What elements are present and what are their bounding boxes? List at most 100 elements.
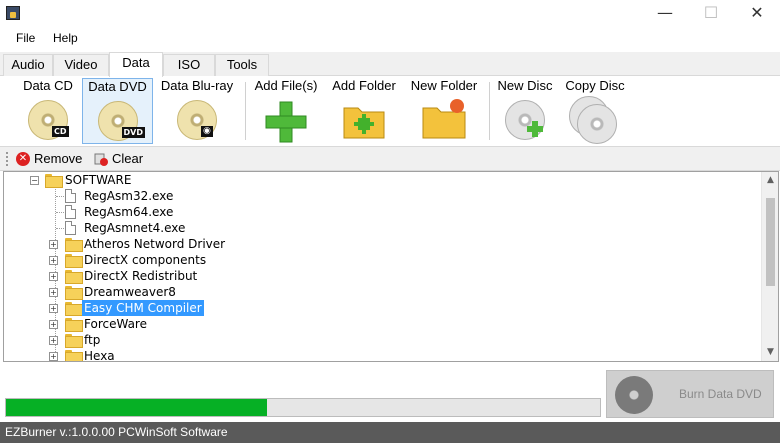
expand-icon[interactable]: + <box>49 320 58 329</box>
expand-icon[interactable]: + <box>49 336 58 345</box>
add-folder-button[interactable]: Add Folder <box>326 78 402 144</box>
maximize-button[interactable]: ☐ <box>688 0 734 27</box>
new-folder-icon <box>422 99 466 139</box>
tree-folder-item[interactable]: + DirectX Redistribut <box>4 268 244 284</box>
copy-disc-label: Copy Disc <box>565 78 625 93</box>
toolbar-separator <box>489 82 490 140</box>
remove-icon: ✕ <box>16 152 30 166</box>
file-toolbar: ✕ Remove Clear <box>0 147 780 171</box>
expand-icon[interactable]: + <box>49 256 58 265</box>
folder-icon <box>65 270 83 284</box>
folder-icon <box>45 174 63 188</box>
new-disc-label: New Disc <box>497 78 553 93</box>
folder-icon <box>65 286 83 300</box>
tab-video[interactable]: Video <box>53 54 109 76</box>
close-button[interactable]: ✕ <box>734 0 780 27</box>
add-files-label: Add File(s) <box>254 78 318 93</box>
tree-item-label: RegAsm64.exe <box>84 205 174 219</box>
cd-tag: CD <box>52 126 69 137</box>
data-bluray-label: Data Blu-ray <box>160 78 234 93</box>
clear-button[interactable]: Clear <box>94 150 143 168</box>
vertical-scrollbar[interactable]: ▲ ▼ <box>761 172 778 361</box>
tab-data[interactable]: Data <box>109 52 163 77</box>
file-icon <box>65 221 76 235</box>
tree-folder-item-selected[interactable]: + Easy CHM Compiler <box>4 300 244 316</box>
scroll-down-arrow-icon[interactable]: ▼ <box>762 344 778 361</box>
file-icon <box>65 189 76 203</box>
remove-button[interactable]: ✕ Remove <box>16 150 82 168</box>
tree-root-item[interactable]: − SOFTWARE <box>4 172 204 188</box>
add-folder-icon <box>343 107 385 139</box>
scroll-up-arrow-icon[interactable]: ▲ <box>762 172 778 189</box>
main-toolbar: Data CD CD Data DVD DVD Data Blu-ray ◉ A… <box>0 76 780 147</box>
tree-item-label: DirectX components <box>84 253 207 267</box>
progress-bar <box>5 398 601 417</box>
folder-icon <box>65 254 83 268</box>
data-cd-label: Data CD <box>23 78 73 93</box>
new-disc-button[interactable]: New Disc <box>492 78 558 144</box>
data-cd-button[interactable]: Data CD CD <box>14 78 82 144</box>
expand-icon[interactable]: + <box>49 352 58 361</box>
folder-icon <box>65 238 83 252</box>
tree-file-item[interactable]: RegAsm64.exe <box>4 204 204 220</box>
collapse-icon[interactable]: − <box>30 176 39 185</box>
expand-icon[interactable]: + <box>49 240 58 249</box>
tree-item-label: ftp <box>84 333 101 347</box>
dvd-tag: DVD <box>121 127 145 138</box>
file-icon <box>65 205 76 219</box>
expand-icon[interactable]: + <box>49 272 58 281</box>
clear-label: Clear <box>112 151 144 166</box>
toolbar-grip <box>6 152 8 166</box>
remove-label: Remove <box>34 151 83 166</box>
tree-connector <box>56 212 64 213</box>
plus-icon <box>527 121 543 137</box>
burn-label: Burn Data DVD <box>679 387 762 401</box>
tree-file-item[interactable]: RegAsmnet4.exe <box>4 220 204 236</box>
tree-item-label: RegAsmnet4.exe <box>84 221 186 235</box>
tab-audio[interactable]: Audio <box>3 54 53 76</box>
folder-icon <box>65 318 83 332</box>
add-folder-label: Add Folder <box>332 78 396 93</box>
title-bar: — ☐ ✕ <box>0 0 780 27</box>
green-plus-icon <box>265 101 307 143</box>
tree-folder-item[interactable]: + Atheros Netword Driver <box>4 236 244 252</box>
add-files-button[interactable]: Add File(s) <box>250 78 322 144</box>
burn-disc-icon <box>615 376 653 414</box>
data-dvd-label: Data DVD <box>88 79 147 94</box>
status-bar: EZBurner v.:1.0.0.00 PCWinSoft Software <box>0 422 780 443</box>
menu-help[interactable]: Help <box>53 31 78 45</box>
file-tree[interactable]: − SOFTWARE RegAsm32.exe RegAsm64.exe Reg… <box>3 171 779 362</box>
tree-item-label: SOFTWARE <box>65 173 132 187</box>
clear-icon <box>94 153 108 166</box>
minimize-button[interactable]: — <box>642 0 688 27</box>
tab-tools[interactable]: Tools <box>215 54 269 76</box>
folder-icon <box>65 334 83 348</box>
tree-item-label: Dreamweaver8 <box>84 285 176 299</box>
tree-folder-item[interactable]: + ForceWare <box>4 316 244 332</box>
folder-icon <box>65 302 83 316</box>
copy-disc-icon <box>577 104 617 144</box>
progress-fill <box>6 399 268 416</box>
burn-button[interactable]: Burn Data DVD <box>606 370 774 418</box>
tree-item-label: Hexa <box>84 349 115 362</box>
tab-iso[interactable]: ISO <box>163 54 215 76</box>
scrollbar-thumb[interactable] <box>766 198 775 286</box>
tree-folder-item[interactable]: + DirectX components <box>4 252 244 268</box>
tree-item-label: RegAsm32.exe <box>84 189 174 203</box>
data-dvd-button[interactable]: Data DVD DVD <box>82 78 153 144</box>
tab-strip: Audio Video Data ISO Tools <box>0 52 780 77</box>
data-bluray-button[interactable]: Data Blu-ray ◉ <box>154 78 240 144</box>
tree-folder-item[interactable]: + ftp <box>4 332 244 348</box>
tree-folder-item[interactable]: + Hexa <box>4 348 244 362</box>
app-icon <box>6 6 20 20</box>
new-folder-button[interactable]: New Folder <box>405 78 483 144</box>
bluray-tag-icon: ◉ <box>201 126 213 137</box>
copy-disc-button[interactable]: Copy Disc <box>561 78 629 144</box>
new-folder-label: New Folder <box>410 78 478 93</box>
tree-connector <box>56 228 64 229</box>
expand-icon[interactable]: + <box>49 304 58 313</box>
expand-icon[interactable]: + <box>49 288 58 297</box>
menu-file[interactable]: File <box>16 31 35 45</box>
tree-file-item[interactable]: RegAsm32.exe <box>4 188 204 204</box>
tree-folder-item[interactable]: + Dreamweaver8 <box>4 284 244 300</box>
